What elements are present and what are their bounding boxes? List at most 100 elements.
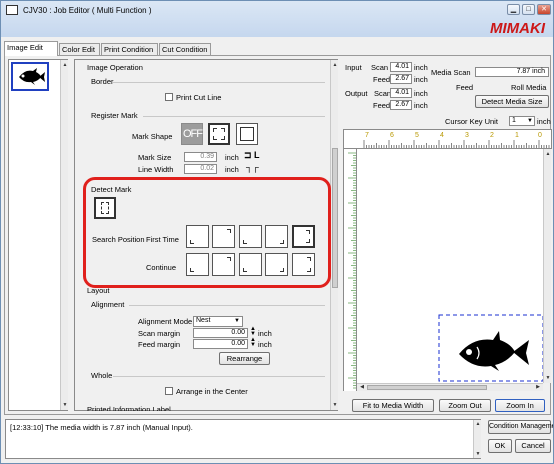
mark-shape-off-label: OFF (183, 128, 203, 140)
mark-shape-corner-button[interactable] (208, 123, 230, 145)
condition-management-button[interactable]: Condition Management (488, 420, 553, 434)
cancel-button[interactable]: Cancel (515, 439, 551, 453)
search-position-label: Search Position (92, 235, 145, 244)
media-feed-value: Roll Media (511, 83, 547, 92)
scroll-down-icon[interactable]: ▼ (544, 375, 552, 381)
minimize-icon[interactable]: ▁ (507, 4, 520, 15)
continue-position-3[interactable] (239, 253, 262, 276)
tab-cut-condition[interactable]: Cut Condition (159, 43, 211, 55)
feed-margin-label: Feed margin (138, 340, 181, 349)
ruler-number: 4 (440, 132, 444, 139)
output-feed-unit: inch (414, 101, 428, 110)
alignment-divider (129, 305, 325, 306)
input-feed-value: 2.67 (390, 74, 412, 84)
detect-mark-button[interactable] (94, 197, 116, 219)
detect-mark-label: Detect Mark (91, 185, 132, 194)
corner-top-right-icon (307, 257, 311, 261)
scroll-down-icon[interactable]: ▼ (474, 451, 482, 457)
register-mark-divider (143, 116, 325, 117)
fit-to-media-width-button[interactable]: Fit to Media Width (352, 399, 434, 412)
cursor-key-unit-label: Cursor Key Unit (445, 117, 498, 126)
feed-margin-spinner-icon[interactable]: ▲ ▼ (250, 337, 256, 348)
first-time-label: First Time (146, 235, 179, 244)
zoom-out-button[interactable]: Zoom Out (439, 399, 491, 412)
rearrange-button[interactable]: Rearrange (219, 352, 270, 365)
image-thumbnail-list[interactable] (8, 59, 68, 411)
output-scan-value: 4.01 (390, 88, 412, 98)
mark-size-label: Mark Size (138, 153, 172, 162)
print-cut-line-checkbox[interactable] (165, 93, 173, 101)
mark-shape-off-button[interactable]: OFF (181, 123, 203, 145)
scroll-right-icon[interactable]: ▶ (534, 384, 542, 390)
mark-size-input[interactable]: 0.39 (184, 152, 217, 162)
maximize-icon[interactable]: □ (522, 4, 535, 15)
continue-position-5[interactable] (292, 253, 315, 276)
arrange-center-label: Arrange in the Center (176, 387, 248, 396)
window-title: CJV30 : Job Editor ( Multi Function ) (23, 6, 152, 15)
scroll-thumb[interactable] (332, 148, 338, 288)
corner-bottom-right-icon (307, 268, 311, 272)
alignment-mode-select[interactable]: Nest ▼ (193, 316, 243, 327)
arrange-center-checkbox[interactable] (165, 387, 173, 395)
close-icon[interactable]: ✕ (537, 4, 551, 15)
line-width-input[interactable]: 0.02 (184, 164, 217, 174)
scroll-left-icon[interactable]: ◀ (358, 384, 366, 390)
chevron-down-icon[interactable]: ▼ (234, 317, 240, 325)
media-scan-label: Media Scan (431, 68, 471, 77)
tab-print-condition[interactable]: Print Condition (101, 43, 158, 55)
preview-vscrollbar[interactable]: ▲ ▼ (543, 149, 551, 383)
thumbnail-scrollbar[interactable]: ▲ ▼ (60, 60, 68, 410)
zoom-in-button[interactable]: Zoom In (495, 399, 545, 412)
corner-mark-icon (221, 128, 225, 132)
image-operation-header: Image Operation (87, 63, 143, 72)
scan-margin-unit: inch (258, 329, 272, 338)
chevron-down-icon[interactable]: ▼ (527, 117, 533, 125)
feed-margin-input[interactable]: 0.00 (193, 339, 248, 349)
operation-scrollbar[interactable]: ▲ ▼ (330, 60, 338, 410)
corner-mark-icon (221, 136, 225, 140)
whole-divider (113, 376, 325, 377)
alignment-label: Alignment (91, 300, 125, 309)
mark-shape-box-button[interactable] (236, 123, 258, 145)
horizontal-ruler: 7 6 5 4 3 2 1 0 (343, 129, 552, 149)
hscroll-thumb[interactable] (367, 385, 487, 390)
message-scrollbar[interactable]: ▲ ▼ (473, 420, 481, 458)
detect-media-size-button[interactable]: Detect Media Size (475, 95, 549, 108)
scroll-down-icon[interactable]: ▼ (61, 402, 69, 408)
alignment-mode-label: Alignment Mode (138, 317, 193, 326)
tab-color-edit[interactable]: Color Edit (59, 43, 100, 55)
first-time-position-3[interactable] (239, 225, 262, 248)
first-time-position-5[interactable] (292, 225, 315, 248)
ruler-number: 3 (465, 132, 469, 139)
output-feed-label: Feed (373, 101, 391, 110)
ok-button[interactable]: OK (488, 439, 512, 453)
preview-hscrollbar[interactable]: ◀ ▶ (357, 383, 543, 391)
first-time-position-1[interactable] (186, 225, 209, 248)
first-time-position-4[interactable] (265, 225, 288, 248)
border-label: Border (91, 77, 114, 86)
scroll-up-icon[interactable]: ▲ (61, 62, 69, 68)
continue-position-2[interactable] (212, 253, 235, 276)
corner-mark-icon (213, 136, 217, 140)
scroll-up-icon[interactable]: ▲ (474, 421, 482, 427)
continue-position-1[interactable] (186, 253, 209, 276)
scan-margin-input[interactable]: 0.00 (193, 328, 248, 338)
thumbnail-selected[interactable] (11, 62, 49, 91)
printed-info-label: Printed Information Label (87, 405, 171, 411)
corner-bottom-right-icon (280, 268, 284, 272)
continue-position-4[interactable] (265, 253, 288, 276)
vertical-ruler (343, 149, 357, 391)
corner-bottom-left-icon (190, 268, 194, 272)
scroll-down-icon[interactable]: ▼ (331, 402, 339, 408)
scan-margin-spinner-icon[interactable]: ▲ ▼ (250, 326, 256, 337)
scroll-up-icon[interactable]: ▲ (331, 62, 339, 68)
scroll-up-icon[interactable]: ▲ (544, 151, 552, 157)
detect-mark-icon (101, 202, 109, 214)
input-scan-unit: inch (414, 63, 428, 72)
line-width-icon: ┐┌ (246, 162, 259, 172)
first-time-position-2[interactable] (212, 225, 235, 248)
line-width-unit: inch (225, 165, 239, 174)
layout-preview-canvas[interactable] (357, 149, 544, 383)
tab-image-edit[interactable]: Image Edit (4, 41, 58, 56)
cursor-key-unit-select[interactable]: 1 ▼ (509, 116, 535, 126)
